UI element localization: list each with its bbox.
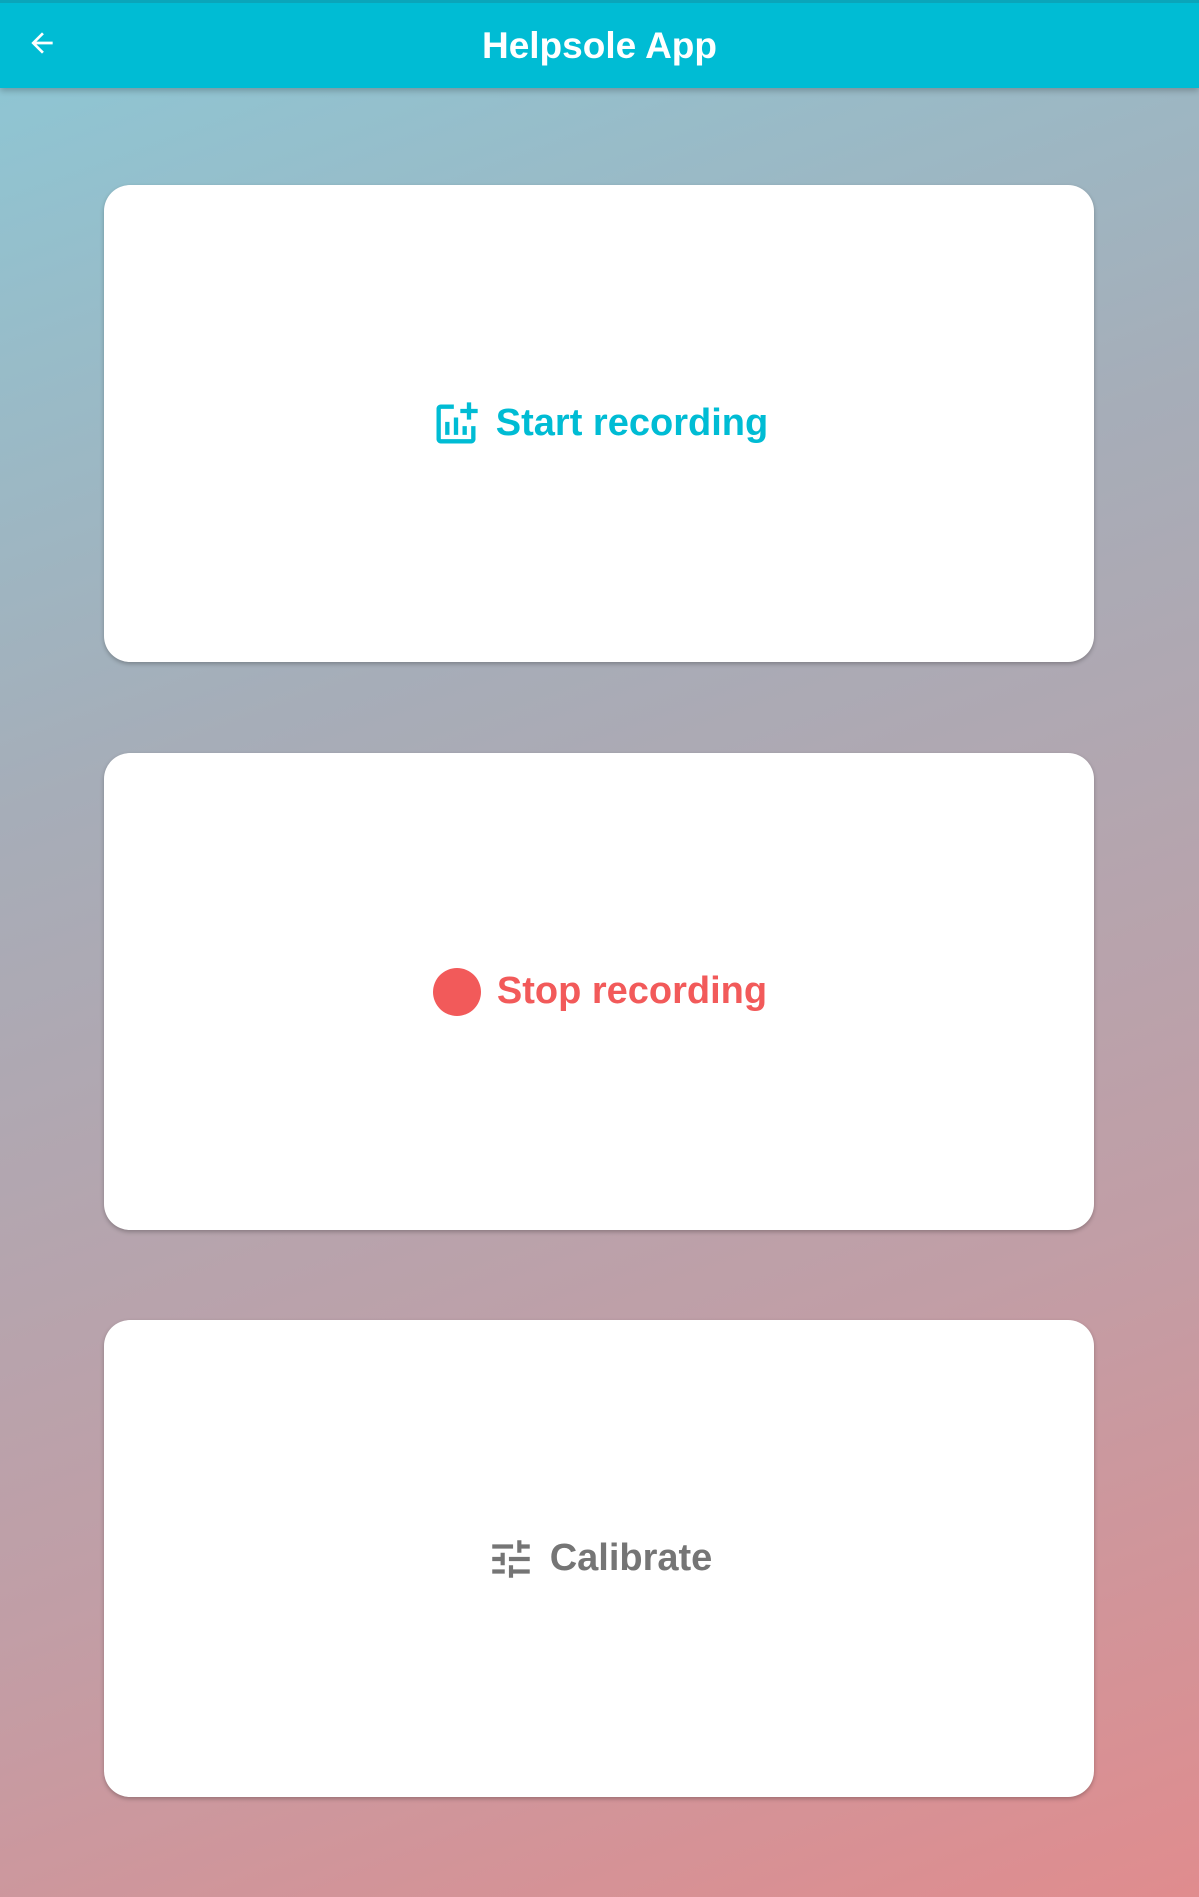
calibrate-label: Calibrate [549, 1537, 713, 1579]
start-recording-label: Start recording [495, 402, 769, 444]
start-recording-button[interactable]: Start recording [104, 185, 1094, 662]
add-chart-icon [430, 398, 482, 450]
tune-icon [486, 1534, 536, 1584]
app-bar: Helpsole App [0, 0, 1199, 88]
calibrate-button[interactable]: Calibrate [104, 1320, 1094, 1797]
stop-recording-label: Stop recording [496, 970, 768, 1012]
stop-recording-button[interactable]: Stop recording [104, 753, 1094, 1230]
app-title: Helpsole App [481, 25, 718, 66]
record-dot-icon [431, 966, 483, 1018]
